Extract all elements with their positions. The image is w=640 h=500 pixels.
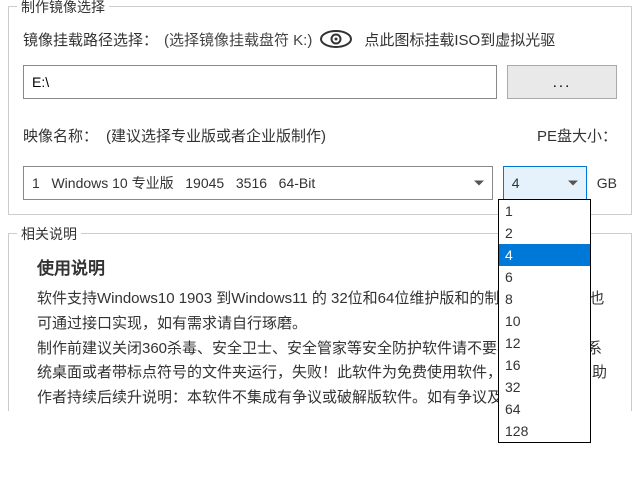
pe-size-option[interactable]: 32 — [499, 376, 590, 398]
pe-size-option[interactable]: 2 — [499, 222, 590, 244]
pe-size-label: PE盘大小： — [537, 125, 617, 146]
pe-size-option[interactable]: 16 — [499, 354, 590, 376]
gb-unit-label: GB — [597, 175, 617, 191]
chevron-down-icon — [568, 181, 578, 186]
pe-size-option[interactable]: 128 — [499, 420, 590, 442]
pe-size-combo[interactable]: 4 — [503, 166, 587, 200]
combo-row: 1 Windows 10 专业版 19045 3516 64-Bit 4 GB … — [23, 166, 617, 200]
path-row: ... — [23, 65, 617, 99]
mirror-select-panel: 制作镜像选择 镜像挂载路径选择： (选择镜像挂载盘符 K:) 点此图标挂载ISO… — [8, 6, 632, 215]
image-select-value: 1 Windows 10 专业版 19045 3516 64-Bit — [32, 173, 315, 193]
mirror-select-title: 制作镜像选择 — [17, 0, 109, 17]
mount-iso-icon[interactable] — [318, 27, 354, 51]
mount-path-input[interactable] — [23, 65, 497, 99]
pe-size-option[interactable]: 64 — [499, 398, 590, 420]
mount-path-label: 镜像挂载路径选择： — [23, 29, 158, 50]
pe-size-option[interactable]: 4 — [499, 244, 590, 266]
browse-button[interactable]: ... — [507, 65, 617, 99]
pe-size-value: 4 — [512, 175, 520, 191]
pe-size-dropdown[interactable]: 124681012163264128 — [498, 199, 591, 443]
chevron-down-icon — [474, 181, 484, 186]
pe-size-option[interactable]: 8 — [499, 288, 590, 310]
pe-size-option[interactable]: 10 — [499, 310, 590, 332]
mount-iso-hint: 点此图标挂载ISO到虚拟光驱 — [364, 29, 555, 50]
mount-path-row: 镜像挂载路径选择： (选择镜像挂载盘符 K:) 点此图标挂载ISO到虚拟光驱 — [23, 27, 617, 51]
image-select-combo[interactable]: 1 Windows 10 专业版 19045 3516 64-Bit — [23, 166, 493, 200]
pe-size-option[interactable]: 1 — [499, 200, 590, 222]
image-name-label: 映像名称： — [23, 125, 98, 146]
pe-size-option[interactable]: 12 — [499, 332, 590, 354]
mount-path-hint: (选择镜像挂载盘符 K:) — [164, 29, 312, 50]
image-name-row: 映像名称： (建议选择专业版或者企业版制作) PE盘大小： — [23, 125, 617, 146]
info-panel-title: 相关说明 — [17, 224, 81, 244]
pe-size-option[interactable]: 6 — [499, 266, 590, 288]
image-name-hint: (建议选择专业版或者企业版制作) — [106, 125, 537, 146]
